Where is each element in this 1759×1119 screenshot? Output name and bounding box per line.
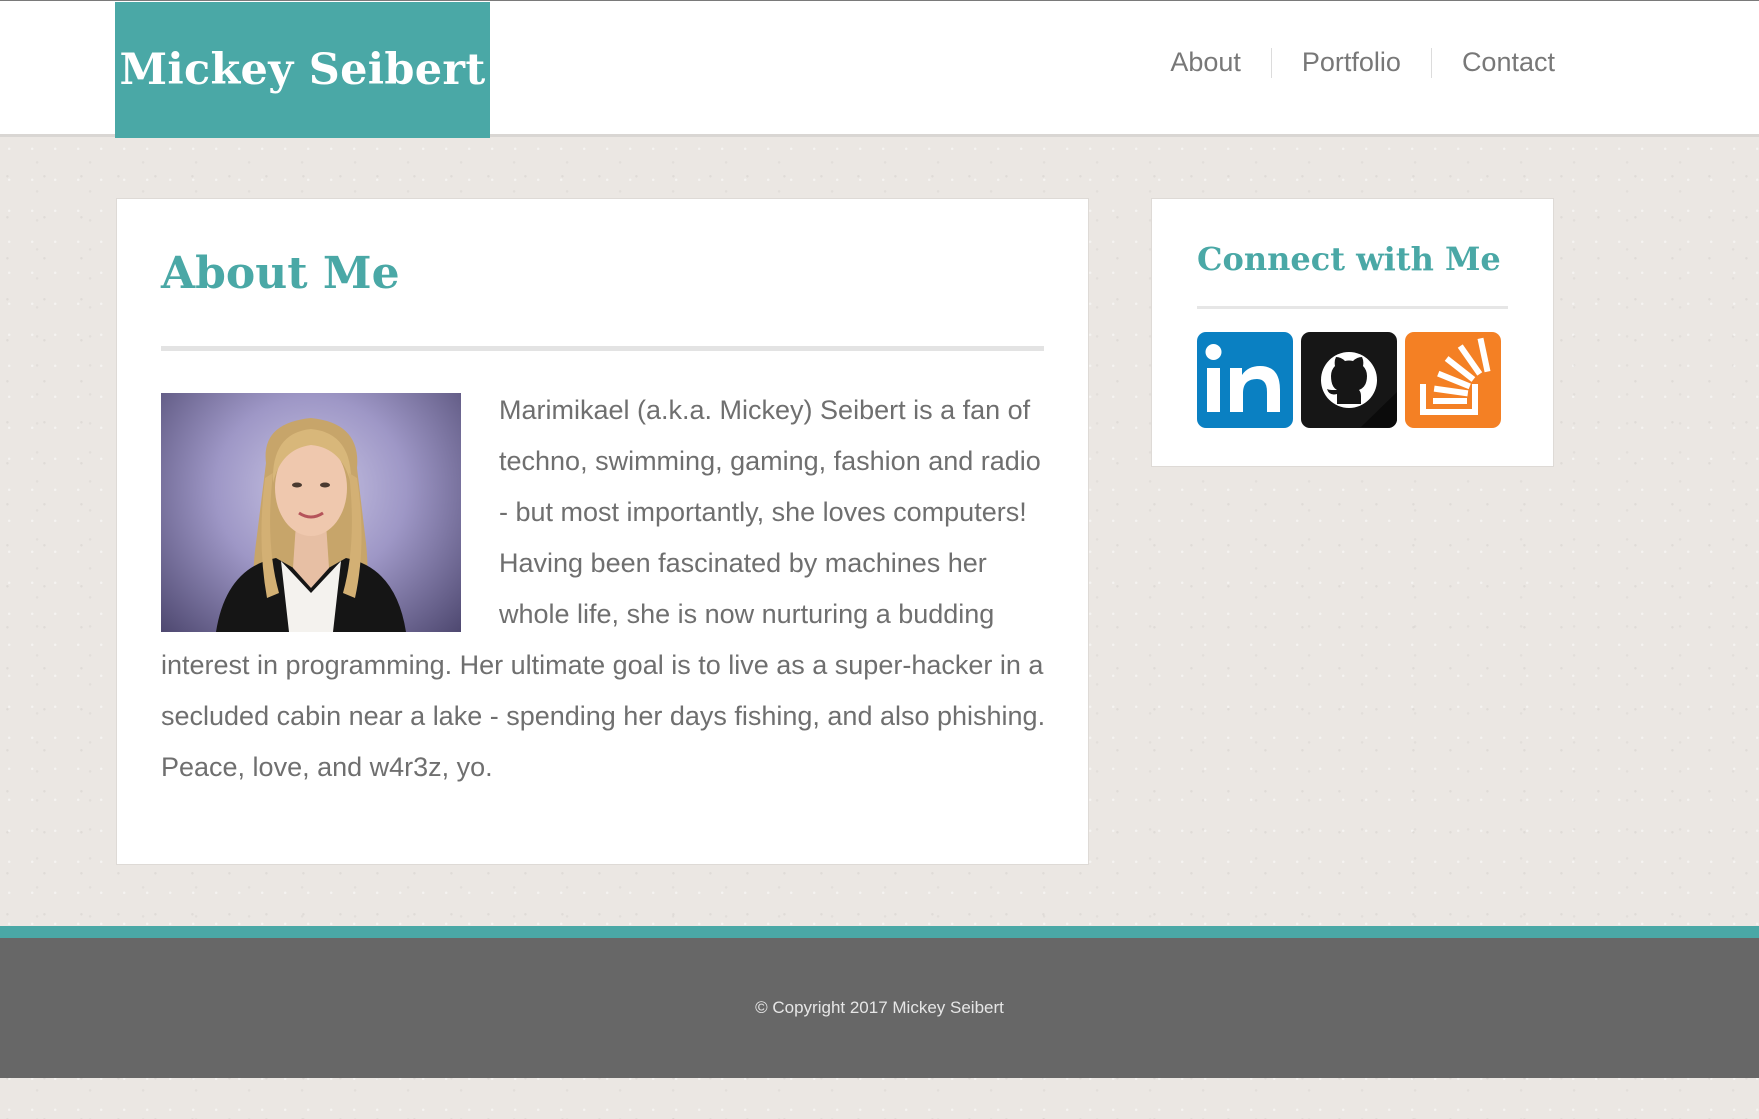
connect-divider <box>1197 306 1508 309</box>
main-nav: About Portfolio Contact <box>1140 47 1555 78</box>
github-icon[interactable] <box>1301 332 1397 428</box>
about-card: About Me Marimikael (a.k.a. Mickey) Seib… <box>116 198 1089 865</box>
linkedin-icon[interactable] <box>1197 332 1293 428</box>
stackoverflow-glyph <box>1420 337 1491 415</box>
nav-link-about[interactable]: About <box>1140 47 1271 78</box>
nav-link-portfolio[interactable]: Portfolio <box>1272 47 1431 78</box>
connect-card: Connect with Me <box>1151 198 1554 467</box>
stackoverflow-icon[interactable] <box>1405 332 1501 428</box>
profile-photo <box>161 393 461 632</box>
connect-title: Connect with Me <box>1197 240 1501 278</box>
about-divider <box>161 346 1044 351</box>
site-logo-text: Mickey Seibert <box>119 45 486 95</box>
nav-link-contact[interactable]: Contact <box>1432 47 1555 78</box>
site-logo[interactable]: Mickey Seibert <box>115 2 490 138</box>
site-footer: © Copyright 2017 Mickey Seibert <box>0 938 1759 1078</box>
social-links <box>1197 332 1501 428</box>
footer-accent-bar <box>0 926 1759 938</box>
footer-copyright: © Copyright 2017 Mickey Seibert <box>755 998 1004 1017</box>
about-body: Marimikael (a.k.a. Mickey) Seibert is a … <box>161 385 1046 793</box>
site-header: Mickey Seibert About Portfolio Contact <box>0 0 1759 138</box>
github-glyph <box>1321 352 1397 428</box>
about-title: About Me <box>161 248 400 299</box>
profile-photo-portrait <box>216 418 406 632</box>
linkedin-glyph <box>1205 344 1280 412</box>
